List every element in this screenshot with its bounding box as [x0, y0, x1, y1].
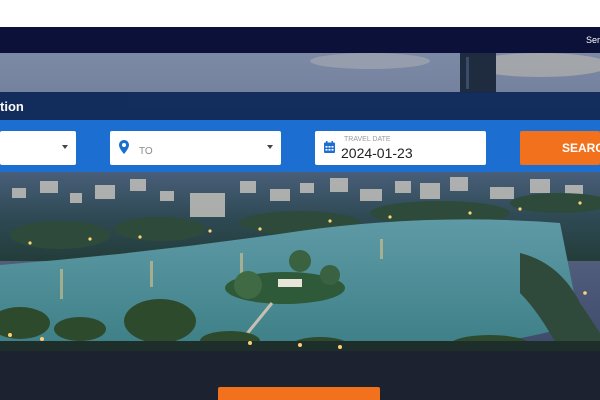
- search-button-label: SEARCH: [562, 141, 600, 155]
- chevron-down-icon: [62, 145, 68, 149]
- section-title-bar: tion: [0, 92, 600, 120]
- travel-date-field[interactable]: TRAVEL DATE 2024-01-23: [315, 131, 486, 165]
- section-title: tion: [0, 99, 24, 114]
- chevron-down-icon: [267, 145, 273, 149]
- top-nav-link[interactable]: Ser: [586, 35, 600, 45]
- map-pin-icon: [119, 140, 129, 154]
- from-select[interactable]: [0, 131, 76, 165]
- search-button[interactable]: SEARCH: [520, 131, 600, 165]
- to-select[interactable]: TO: [110, 131, 281, 165]
- top-nav-bar: Ser: [0, 27, 600, 53]
- search-panel: [0, 120, 600, 172]
- footer-action-button[interactable]: [218, 387, 380, 400]
- calendar-icon: [324, 141, 335, 153]
- travel-date-value: 2024-01-23: [341, 145, 413, 161]
- travel-date-caption: TRAVEL DATE: [344, 136, 391, 143]
- to-placeholder: TO: [139, 146, 153, 157]
